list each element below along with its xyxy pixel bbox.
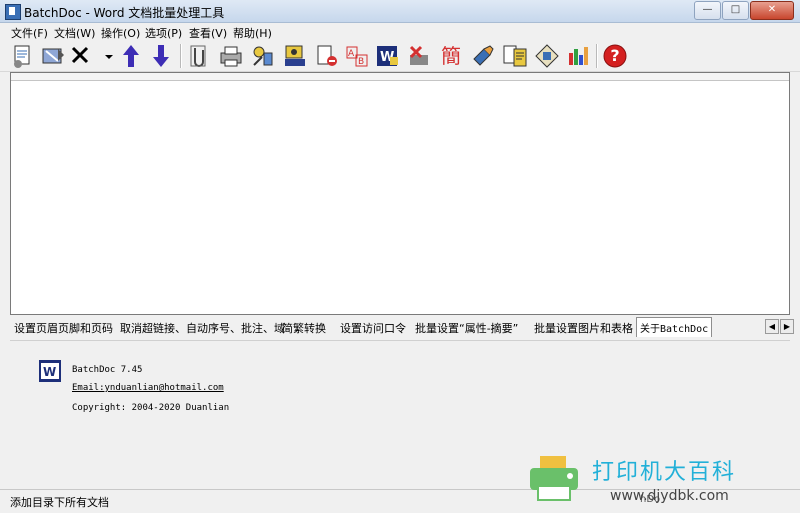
help-button[interactable]: ? [602,43,628,69]
paint-button[interactable] [470,43,496,69]
watermark-text: 打印机大百科 [592,460,737,485]
replace-button[interactable]: AB [344,43,370,69]
about-email-link[interactable]: Email:ynduanlian@hotmail.com [72,383,224,393]
tab-access-password[interactable]: 设置访问口令 [340,320,406,336]
delete-button[interactable] [68,43,94,69]
stop-icon [409,45,428,65]
move-up-button[interactable] [118,43,144,69]
move-down-icon [153,45,169,67]
remove-page-icon [317,45,337,66]
dropdown-button[interactable] [96,43,113,69]
menu-view[interactable]: 查看(V) [189,25,227,41]
attach-icon [190,45,206,67]
status-text: 添加目录下所有文档 [10,496,109,509]
app-icon [5,4,21,20]
title-bar: BatchDoc - Word 文档批量处理工具 — □ ✕ [0,0,800,23]
tab-property-summary[interactable]: 批量设置“属性-摘要” [415,320,518,336]
minimize-button[interactable]: — [694,1,721,20]
paint-icon [473,45,494,66]
print-button[interactable] [218,43,244,69]
stop-button[interactable] [406,43,432,69]
tab-scroll-right[interactable]: ▶ [780,319,794,334]
settings-button[interactable] [250,43,276,69]
window-title: BatchDoc - Word 文档批量处理工具 [24,6,225,20]
tab-header-footer[interactable]: 设置页眉页脚和页码 [14,320,113,336]
menu-file[interactable]: 文件(F) [11,25,48,41]
move-down-button[interactable] [148,43,174,69]
watermark-url: www.djydbk.com [610,488,729,504]
maximize-button[interactable]: □ [722,1,749,20]
add-folder-icon [42,48,64,64]
convert-button[interactable] [534,43,560,69]
print-icon [220,46,242,67]
menu-operation[interactable]: 操作(O) [101,25,140,41]
rename-button[interactable] [282,43,308,69]
batchdoc-logo-icon: W [39,360,61,382]
tab-remove-hyperlinks[interactable]: 取消超链接、自动序号、批注、域 [120,320,285,336]
word-button[interactable]: W [374,43,400,69]
menu-options[interactable]: 选项(P) [145,25,182,41]
tab-scroll-left[interactable]: ◀ [765,319,779,334]
close-button[interactable]: ✕ [750,1,794,20]
add-file-icon [14,45,30,68]
menu-bar: 文件(F) 文档(W) 操作(O) 选项(P) 查看(V) 帮助(H) [0,23,800,41]
menu-help[interactable]: 帮助(H) [233,25,272,41]
menu-document[interactable]: 文档(W) [54,25,95,41]
about-version: BatchDoc 7.45 [72,365,143,375]
traditional-chinese-icon: 簡 [441,44,461,68]
file-list-header [11,73,789,81]
chart-button[interactable] [566,43,592,69]
svg-text:B: B [358,57,364,67]
svg-text:A: A [348,49,355,59]
file-list[interactable] [10,72,790,315]
replace-icon: AB [346,46,368,67]
svg-text:W: W [43,365,56,379]
delete-icon [71,46,89,64]
watermark: 打印机大百科 www.djydbk.com [520,448,800,512]
about-copyright: Copyright: 2004-2020 Duanlian [72,403,230,413]
printer-watermark-icon [530,456,578,501]
word-icon: W [377,46,398,66]
function-tabs: 设置页眉页脚和页码 取消超链接、自动序号、批注、域 简繁转换 设置访问口令 批量… [0,316,800,338]
tab-about[interactable]: 关于BatchDoc [636,317,713,337]
notes-icon [503,45,527,67]
attach-button[interactable] [186,43,212,69]
toolbar-separator [180,44,182,68]
rename-icon [285,45,305,66]
toolbar: AB W 簡 ? [0,41,800,72]
help-label: ? [610,46,620,65]
toolbar-separator [596,44,598,68]
tab-simplified-traditional[interactable]: 简繁转换 [282,320,326,336]
wrench-icon [253,46,273,66]
convert-icon [535,44,559,68]
traditional-chinese-button[interactable]: 簡 [438,43,464,69]
move-up-icon [123,45,139,67]
notes-button[interactable] [502,43,528,69]
remove-page-button[interactable] [314,43,340,69]
tab-images-tables[interactable]: 批量设置图片和表格 [534,320,633,336]
chart-icon [569,47,588,65]
add-file-button[interactable] [10,43,36,69]
add-folder-button[interactable] [40,43,66,69]
